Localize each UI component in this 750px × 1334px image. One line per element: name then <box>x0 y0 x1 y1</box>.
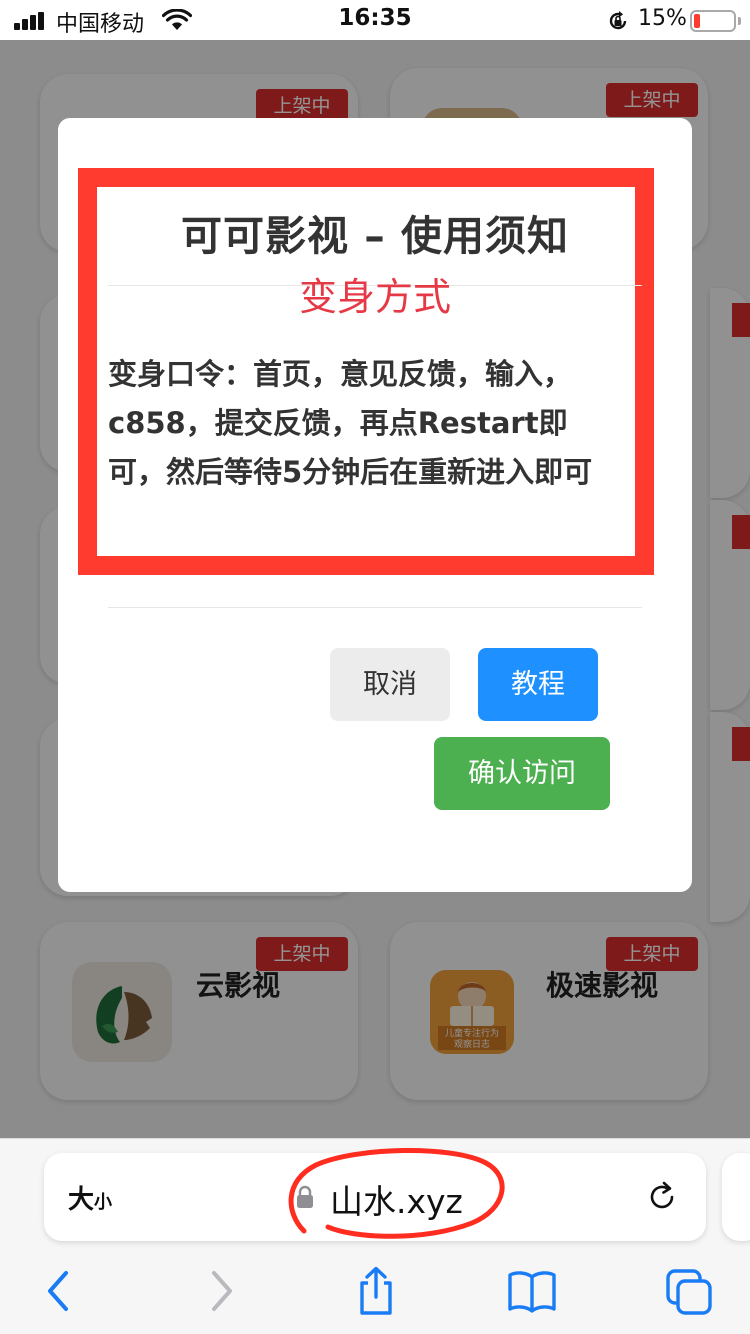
rotation-lock-icon <box>609 11 627 30</box>
dialog-body: 变身口令：首页，意见反馈，输入，c858，提交反馈，再点Restart即可，然后… <box>108 357 593 489</box>
battery-percent: 15% <box>638 6 687 31</box>
battery-icon <box>690 10 736 32</box>
share-icon[interactable] <box>350 1267 402 1315</box>
address-bar[interactable]: 大小 山水.xyz <box>44 1148 706 1241</box>
tutorial-button[interactable]: 教程 <box>478 648 598 721</box>
forward-chevron-icon[interactable] <box>194 1267 246 1315</box>
home-indicator <box>244 1323 506 1331</box>
cancel-button[interactable]: 取消 <box>330 648 450 721</box>
dialog-subtitle: 变身方式 <box>298 275 451 319</box>
next-tab-preview[interactable] <box>722 1153 750 1241</box>
text-size-button[interactable]: 大小 <box>68 1179 112 1216</box>
browser-bottom-bar: 大小 山水.xyz <box>0 1138 750 1334</box>
divider <box>108 607 642 608</box>
dialog-title: 可可影视 – 使用须知 <box>180 212 570 260</box>
usage-notice-dialog: 可可影视 – 使用须知 变身方式 变身口令：首页，意见反馈，输入，c858，提交… <box>58 118 692 892</box>
tabs-icon[interactable] <box>664 1267 716 1315</box>
battery-level <box>694 14 700 28</box>
red-circle-annotation <box>288 1148 505 1239</box>
status-bar: 中国移动 16:35 15% <box>0 0 750 40</box>
bookmarks-icon[interactable] <box>506 1267 558 1315</box>
confirm-visit-button[interactable]: 确认访问 <box>434 737 610 810</box>
back-chevron-icon[interactable] <box>34 1267 86 1315</box>
reload-icon[interactable] <box>644 1179 680 1215</box>
